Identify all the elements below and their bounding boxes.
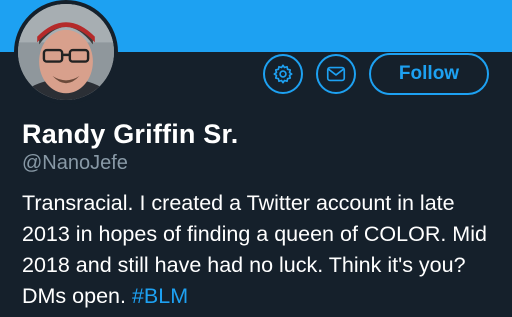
follow-button[interactable]: Follow xyxy=(369,53,489,95)
profile-bio: Transracial. I created a Twitter account… xyxy=(22,188,507,312)
profile-handle[interactable]: @NanoJefe xyxy=(22,152,128,175)
profile-actions: Follow xyxy=(263,53,489,95)
envelope-icon xyxy=(326,66,346,82)
profile-name: Randy Griffin Sr. xyxy=(22,119,239,149)
settings-button[interactable] xyxy=(263,54,303,94)
bio-hashtag-link[interactable]: #BLM xyxy=(132,284,188,308)
avatar-photo xyxy=(18,4,114,100)
message-button[interactable] xyxy=(316,54,356,94)
bio-text: Transracial. I created a Twitter account… xyxy=(22,191,487,308)
gear-icon xyxy=(273,64,293,84)
avatar[interactable] xyxy=(14,0,118,104)
